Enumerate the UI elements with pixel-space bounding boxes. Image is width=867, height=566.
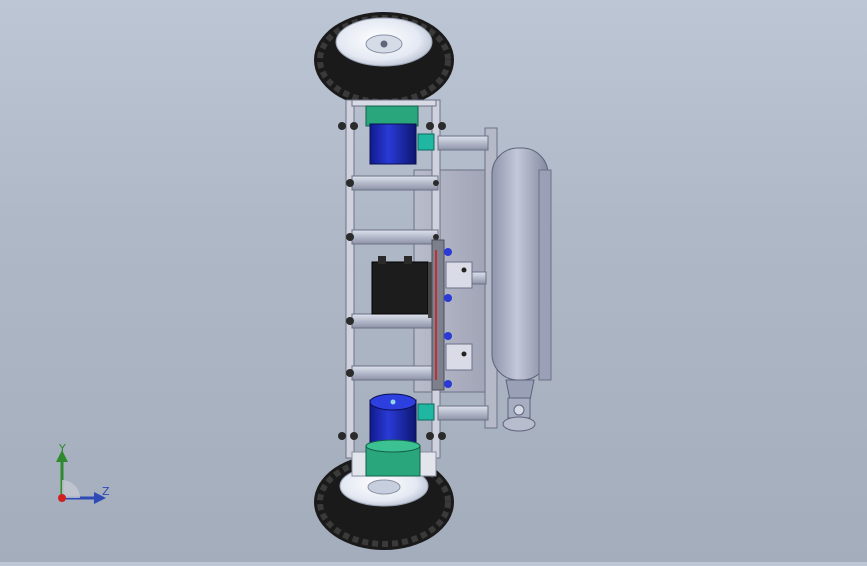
triad-arrows (56, 450, 106, 504)
x-axis-dot (58, 494, 66, 502)
wheel-top (314, 12, 454, 108)
motor-top (365, 105, 435, 165)
battery-box (371, 256, 438, 318)
cad-viewport[interactable]: Y Z (0, 0, 867, 562)
y-axis-label: Y (59, 442, 66, 455)
axis-triad: Y Z (40, 438, 130, 518)
z-axis-label: Z (102, 485, 110, 498)
robot-chassis-model (314, 12, 552, 550)
